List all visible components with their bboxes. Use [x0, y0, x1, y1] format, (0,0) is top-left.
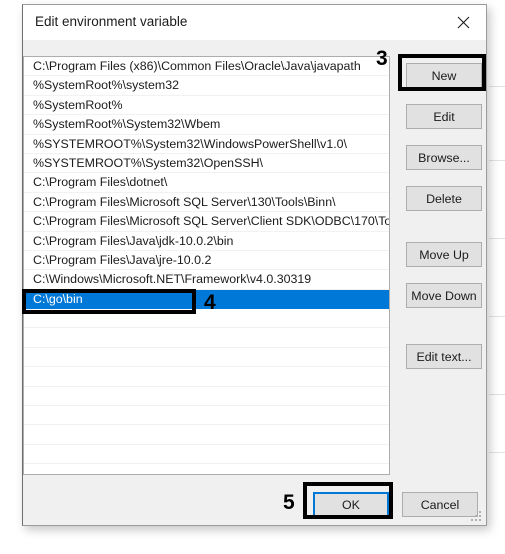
title-bar: Edit environment variable: [23, 5, 486, 40]
dialog-title: Edit environment variable: [35, 14, 188, 29]
list-item[interactable]: C:\Program Files\Microsoft SQL Server\13…: [24, 193, 389, 213]
path-list-items: C:\Program Files (x86)\Common Files\Orac…: [24, 57, 389, 474]
list-item-empty[interactable]: [24, 425, 389, 445]
background-divider: [489, 394, 505, 395]
path-list-box[interactable]: C:\Program Files (x86)\Common Files\Orac…: [23, 56, 390, 475]
new-button[interactable]: New: [406, 63, 482, 88]
edit-environment-variable-dialog: Edit environment variable C:\Program Fil…: [22, 4, 487, 526]
background-divider: [489, 316, 505, 317]
list-item[interactable]: %SYSTEMROOT%\System32\WindowsPowerShell\…: [24, 135, 389, 154]
list-item[interactable]: C:\Windows\Microsoft.NET\Framework\v4.0.…: [24, 270, 389, 290]
list-item-selected[interactable]: C:\go\bin: [24, 289, 389, 310]
close-icon: [457, 16, 470, 28]
background-divider: [489, 452, 505, 453]
resize-grip[interactable]: [471, 511, 483, 523]
list-item[interactable]: %SystemRoot%: [24, 96, 389, 116]
list-item-empty[interactable]: [24, 328, 389, 348]
list-item[interactable]: C:\Program Files\dotnet\: [24, 173, 389, 193]
edit-button[interactable]: Edit: [406, 104, 482, 129]
move-down-button[interactable]: Move Down: [406, 283, 482, 308]
list-item-empty[interactable]: [24, 387, 389, 407]
list-item-empty[interactable]: [24, 309, 389, 329]
delete-button[interactable]: Delete: [406, 186, 482, 211]
move-up-button[interactable]: Move Up: [406, 242, 482, 267]
edit-text-button[interactable]: Edit text...: [406, 344, 482, 369]
close-button[interactable]: [441, 5, 486, 39]
list-item-empty[interactable]: [24, 367, 389, 387]
background-divider: [489, 160, 505, 161]
background-divider: [489, 86, 505, 87]
background-divider: [489, 238, 505, 239]
list-item-empty[interactable]: [24, 406, 389, 426]
list-item-empty[interactable]: [24, 445, 389, 465]
browse-button[interactable]: Browse...: [406, 145, 482, 170]
cancel-button[interactable]: Cancel: [402, 492, 478, 517]
list-item[interactable]: %SystemRoot%\system32: [24, 76, 389, 96]
list-item[interactable]: C:\Program Files\Java\jre-10.0.2: [24, 251, 389, 271]
list-item[interactable]: %SystemRoot%\System32\Wbem: [24, 115, 389, 135]
list-item[interactable]: C:\Program Files\Java\jdk-10.0.2\bin: [24, 232, 389, 251]
list-item[interactable]: %SYSTEMROOT%\System32\OpenSSH\: [24, 154, 389, 174]
list-item[interactable]: C:\Program Files\Microsoft SQL Server\Cl…: [24, 212, 389, 232]
list-item[interactable]: C:\Program Files (x86)\Common Files\Orac…: [24, 57, 389, 77]
ok-button[interactable]: OK: [313, 492, 389, 517]
list-item-empty[interactable]: [24, 348, 389, 368]
